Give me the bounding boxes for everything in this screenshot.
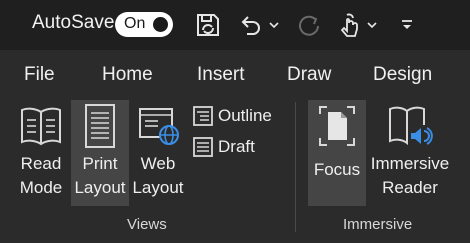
autosave-label: AutoSave: [32, 12, 115, 33]
ribbon: Read Mode Print Layout Web Layout Outlin…: [0, 96, 470, 243]
print-layout-label-line1: Print: [82, 154, 118, 173]
print-layout-button[interactable]: Print Layout: [71, 100, 129, 206]
outline-label: Outline: [218, 106, 272, 125]
draft-label: Draft: [218, 137, 255, 156]
immersive-reader-label-line1: Immersive: [370, 154, 450, 173]
focus-button[interactable]: Focus: [308, 100, 366, 206]
group-divider: [295, 102, 296, 232]
undo-icon[interactable]: [236, 10, 266, 40]
immersive-group-label: Immersive: [343, 216, 413, 233]
draft-button[interactable]: Draft: [192, 134, 255, 160]
web-layout-button[interactable]: Web Layout: [130, 100, 186, 206]
web-layout-label-line1: Web: [140, 154, 176, 173]
ribbon-tabs: File Home Insert Draw Design: [0, 50, 470, 96]
quick-access-toolbar: AutoSave On: [0, 0, 470, 50]
toggle-knob: [153, 17, 168, 32]
immersive-reader-icon: [368, 100, 452, 152]
save-sync-icon[interactable]: [192, 10, 224, 40]
views-group-label: Views: [127, 216, 167, 233]
read-mode-label-line2: Mode: [19, 178, 63, 197]
undo-dropdown-icon[interactable]: [266, 10, 282, 40]
focus-icon: [308, 100, 366, 152]
tab-home[interactable]: Home: [102, 64, 153, 86]
read-mode-button[interactable]: Read Mode: [12, 100, 70, 206]
draft-icon: [193, 137, 213, 157]
web-layout-label-line2: Layout: [132, 178, 184, 197]
tab-design[interactable]: Design: [373, 64, 432, 86]
autosave-toggle[interactable]: On: [115, 12, 173, 37]
print-layout-icon: [71, 100, 129, 152]
touch-mode-icon[interactable]: [334, 10, 364, 40]
read-mode-label-line1: Read: [20, 154, 62, 173]
tab-file[interactable]: File: [24, 64, 55, 86]
outline-icon: [193, 106, 213, 126]
tab-insert[interactable]: Insert: [197, 64, 245, 86]
redo-icon: [294, 10, 324, 40]
outline-button[interactable]: Outline: [192, 103, 272, 129]
read-mode-icon: [12, 100, 70, 152]
tab-draw[interactable]: Draw: [287, 64, 331, 86]
web-layout-icon: [130, 100, 186, 152]
print-layout-label-line2: Layout: [74, 178, 126, 197]
touch-mode-dropdown-icon[interactable]: [364, 10, 380, 40]
autosave-state: On: [124, 15, 146, 32]
focus-label: Focus: [313, 160, 361, 179]
immersive-reader-button[interactable]: Immersive Reader: [368, 100, 452, 206]
customize-qat-icon[interactable]: [396, 10, 418, 40]
immersive-reader-label-line2: Reader: [382, 178, 438, 197]
